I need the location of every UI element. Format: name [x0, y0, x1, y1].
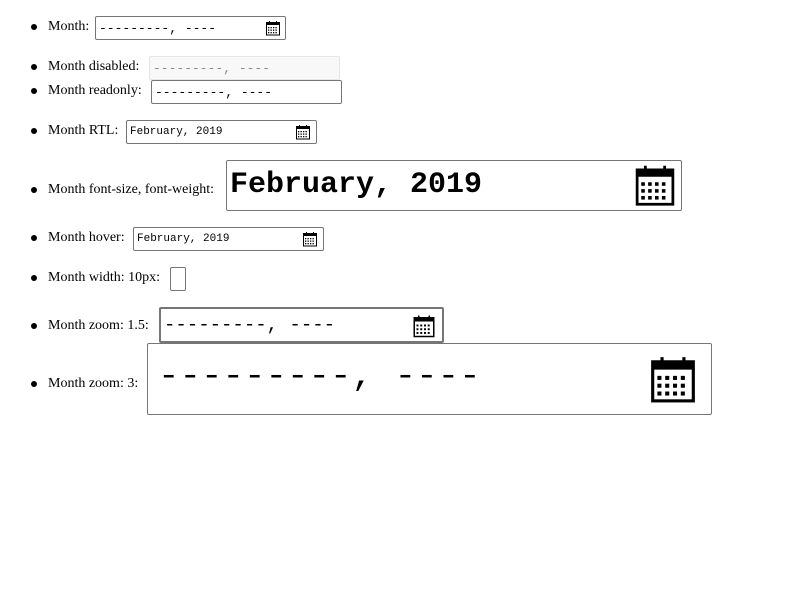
month-rtl-input[interactable]: February, 2019 [126, 120, 317, 144]
month-zoom-3-label: Month zoom: 3: [48, 376, 139, 391]
month-zoom-1-5-label: Month zoom: 1.5: [48, 318, 149, 333]
list-bullet [31, 323, 37, 329]
month-hover-input[interactable]: February, 2019 [133, 227, 324, 251]
list-bullet [31, 128, 37, 134]
calendar-icon[interactable] [302, 231, 318, 247]
month-zoom-3-value: ---------, ---- [158, 358, 481, 395]
calendar-icon[interactable] [295, 124, 311, 140]
month-readonly-value: ---------, ---- [155, 85, 273, 100]
month-readonly-label: Month readonly: [48, 83, 142, 98]
list-bullet [31, 235, 37, 241]
month-disabled-value: ---------, ---- [153, 61, 271, 76]
month-rtl-label: Month RTL: [48, 123, 119, 138]
calendar-icon[interactable] [265, 20, 281, 36]
month-zoom-1-5-value: ---------, ---- [164, 314, 336, 336]
list-bullet [31, 275, 37, 281]
month-input-value: ---------, ---- [99, 21, 217, 36]
calendar-icon[interactable] [412, 314, 436, 338]
month-hover-value: February, 2019 [137, 233, 230, 245]
month-label: Month: [48, 19, 90, 34]
month-hover-label: Month hover: [48, 230, 125, 245]
month-input[interactable]: ---------, ---- [95, 16, 286, 40]
calendar-icon[interactable] [648, 354, 698, 404]
month-disabled-label: Month disabled: [48, 59, 140, 74]
list-bullet [31, 24, 37, 30]
month-width-input[interactable] [170, 267, 186, 291]
list-bullet [31, 64, 37, 70]
list-bullet [31, 381, 37, 387]
month-font-size-label: Month font-size, font-weight: [48, 182, 215, 197]
month-readonly-input[interactable]: ---------, ---- [151, 80, 342, 104]
month-disabled-input: ---------, ---- [149, 56, 340, 80]
list-bullet [31, 187, 37, 193]
month-font-size-value: February, 2019 [230, 168, 483, 202]
month-font-size-input[interactable]: February, 2019 [226, 160, 682, 211]
calendar-icon[interactable] [633, 163, 677, 207]
month-rtl-value: February, 2019 [130, 126, 223, 138]
month-width-label: Month width: 10px: [48, 270, 161, 285]
month-zoom-1-5-input[interactable]: ---------, ---- [159, 307, 444, 343]
list-bullet [31, 88, 37, 94]
month-zoom-3-input[interactable]: ---------, ---- [147, 343, 712, 415]
